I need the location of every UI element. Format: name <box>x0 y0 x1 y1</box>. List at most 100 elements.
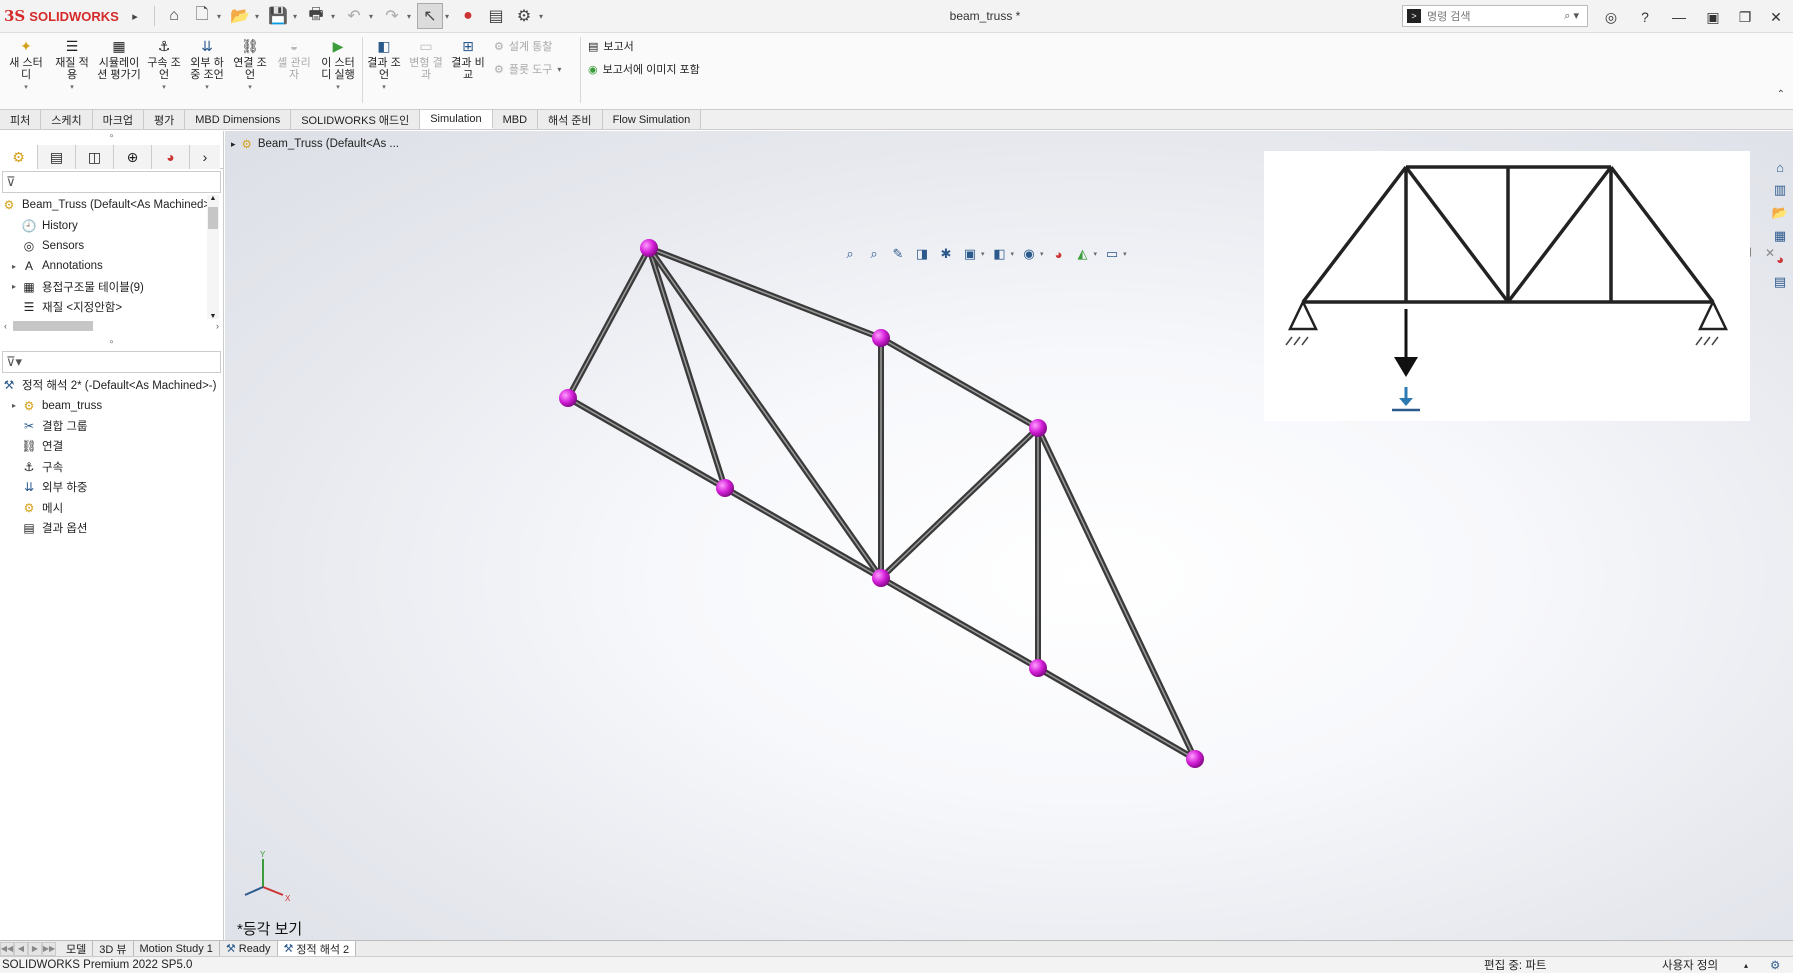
simulation-tree-root[interactable]: ⚒ 정적 해석 2* (-Default<As Machined>-) <box>0 375 223 395</box>
tab-static-study-2[interactable]: ⚒ 정적 해석 2 <box>277 940 357 957</box>
external-loads-advisor-button[interactable]: ⇊ 외부 하중 조언 ▾ <box>187 37 227 94</box>
sim-tree-item[interactable]: ▤ 결과 옵션 <box>0 518 223 538</box>
collapse-ribbon-icon[interactable]: ⌃ <box>1777 89 1785 100</box>
truss-joint[interactable] <box>1029 659 1047 677</box>
feature-tree-scrollbar[interactable]: ▲ ▼ <box>207 195 219 319</box>
feature-tree-item[interactable]: ▸ A Annotations <box>0 256 223 276</box>
expand-arrow-icon[interactable]: ▸ <box>8 282 20 291</box>
file-explorer-icon[interactable]: 📂 <box>1770 203 1790 223</box>
truss-beam[interactable] <box>722 485 884 581</box>
menu-expand-icon[interactable]: ▸ <box>122 3 148 29</box>
file-properties-icon[interactable]: ▤ <box>483 3 509 29</box>
fixtures-advisor-button[interactable]: ⚓ 구속 조언 ▾ <box>144 37 184 94</box>
tab-8[interactable]: 해석 준비 <box>538 110 603 129</box>
minimize-icon[interactable]: — <box>1666 6 1692 28</box>
next-tab-icon[interactable]: ▶ <box>28 941 42 956</box>
truss-joint[interactable] <box>872 329 890 347</box>
truss-beam[interactable] <box>878 335 1041 431</box>
new-document-icon[interactable]: 🗋 <box>189 3 215 29</box>
panel-grip[interactable]: ⚬ <box>0 131 223 143</box>
tab-5[interactable]: SOLIDWORKS 애드인 <box>291 110 421 129</box>
solidworks-logo[interactable]: 3S SOLIDWORKS <box>4 7 122 25</box>
feature-tree-item[interactable]: 🕘 History <box>0 215 223 235</box>
feature-manager-tab-icon[interactable]: ⚙ <box>0 145 38 169</box>
new-study-button[interactable]: ✦ 새 스터디 ▾ <box>6 37 46 94</box>
sim-tree-item[interactable]: ⛓ 연결 <box>0 436 223 456</box>
sim-tree-item[interactable]: ⚙ 메시 <box>0 497 223 517</box>
design-insight-button[interactable]: ⚙ 설계 통찰 <box>494 37 552 55</box>
sim-tree-item[interactable]: ✂ 결합 그룹 <box>0 416 223 436</box>
feature-tree-root[interactable]: ⚙ Beam_Truss (Default<As Machined> <box>0 195 223 215</box>
truss-beam[interactable] <box>565 245 652 401</box>
help-icon[interactable]: ? <box>1632 6 1658 28</box>
redo-icon[interactable]: ↷ <box>379 3 405 29</box>
tab-3d-view[interactable]: 3D 뷰 <box>93 940 134 957</box>
dimxpert-tab-icon[interactable]: ⊕ <box>114 145 152 169</box>
open-folder-icon[interactable]: 📂 <box>227 3 253 29</box>
simulation-evaluator-button[interactable]: ▦ 시뮬레이션 평가기 <box>96 37 142 81</box>
splitter-grip[interactable]: ⚬ <box>0 337 223 349</box>
rebuild-icon[interactable]: ● <box>455 3 481 29</box>
connections-advisor-button[interactable]: ⛓ 연결 조언 ▾ <box>230 37 270 94</box>
more-tabs-icon[interactable]: › <box>190 145 220 169</box>
search-icon[interactable]: ⌕ ▾ <box>1564 9 1579 23</box>
sim-tree-item[interactable]: ▸ ⚙ beam_truss <box>0 395 223 415</box>
sim-tree-item[interactable]: ⚓ 구속 <box>0 457 223 477</box>
tab-7[interactable]: MBD <box>492 110 539 129</box>
display-manager-tab-icon[interactable]: ◕ <box>152 145 190 169</box>
command-search-input[interactable]: > 명령 검색 ⌕ ▾ <box>1402 5 1588 27</box>
truss-joint[interactable] <box>872 569 890 587</box>
plot-tools-button[interactable]: ⚙ 플롯 도구 ▾ <box>494 60 561 78</box>
feature-filter-input[interactable]: ⊽ <box>2 171 221 193</box>
tab-6[interactable]: Simulation <box>420 110 493 129</box>
results-advisor-button[interactable]: ◧ 결과 조언 ▾ <box>364 37 404 94</box>
rebuild-status-icon[interactable]: ⚙ <box>1770 958 1780 972</box>
truss-joint[interactable] <box>640 239 658 257</box>
shell-manager-button[interactable]: ◒ 셸 관리자 <box>274 37 314 81</box>
tab-1[interactable]: 스케치 <box>41 110 93 129</box>
configuration-manager-tab-icon[interactable]: ◫ <box>76 145 114 169</box>
solidworks-resources-icon[interactable]: ⌂ <box>1770 157 1790 177</box>
run-this-study-button[interactable]: ▶ 이 스터디 실행 ▾ <box>318 37 358 94</box>
feature-tree-hscrollbar[interactable]: ‹ › <box>4 319 219 333</box>
expand-arrow-icon[interactable]: ▸ <box>8 401 20 410</box>
tab-9[interactable]: Flow Simulation <box>602 110 702 129</box>
custom-properties-icon[interactable]: ▤ <box>1770 272 1790 292</box>
truss-joint[interactable] <box>716 479 734 497</box>
compare-results-button[interactable]: ⊞ 결과 비교 <box>448 37 488 81</box>
design-library-icon[interactable]: ▥ <box>1770 180 1790 200</box>
tab-2[interactable]: 마크업 <box>92 110 144 129</box>
print-icon[interactable]: 🖶 <box>303 3 329 29</box>
deformed-result-button[interactable]: ▭ 변형 결과 <box>406 37 446 81</box>
tile-windows-icon[interactable]: ▣ <box>1700 6 1726 28</box>
save-icon[interactable]: 💾 <box>265 3 291 29</box>
include-image-in-report-button[interactable]: ◉ 보고서에 이미지 포함 <box>588 60 700 78</box>
unit-system[interactable]: 사용자 정의 <box>1662 957 1718 973</box>
truss-joint[interactable] <box>559 389 577 407</box>
tab-ready-study[interactable]: ⚒ Ready <box>220 940 278 957</box>
apply-material-button[interactable]: ☰ 재질 적용 ▾ <box>52 37 92 94</box>
truss-beam[interactable] <box>878 425 1041 581</box>
truss-beam[interactable] <box>1035 425 1198 762</box>
view-palette-icon[interactable]: ▦ <box>1770 226 1790 246</box>
tab-3[interactable]: 평가 <box>144 110 186 129</box>
options-gear-icon[interactable]: ⚙ <box>511 3 537 29</box>
appearances-icon[interactable]: ◕ <box>1770 249 1790 269</box>
last-tab-icon[interactable]: ▶▶ <box>42 941 56 956</box>
simulation-filter-input[interactable]: ⊽▾ <box>2 351 221 373</box>
close-icon[interactable]: ✕ <box>1763 6 1789 28</box>
property-manager-tab-icon[interactable]: ▤ <box>38 145 76 169</box>
restore-icon[interactable]: ❐ <box>1732 6 1758 28</box>
undo-icon[interactable]: ↶ <box>341 3 367 29</box>
user-account-icon[interactable]: ◎ <box>1598 6 1624 28</box>
feature-tree-item[interactable]: ▸ ▦ 용접구조물 테이블(9) <box>0 277 223 297</box>
select-arrow-icon[interactable]: ↖ <box>417 3 443 29</box>
tab-4[interactable]: MBD Dimensions <box>185 110 292 129</box>
truss-beam[interactable] <box>878 575 1041 671</box>
unit-dropdown-icon[interactable]: ▴ <box>1744 961 1748 970</box>
prev-tab-icon[interactable]: ◀ <box>14 941 28 956</box>
truss-beam[interactable] <box>646 245 884 581</box>
tab-motion-study[interactable]: Motion Study 1 <box>134 940 220 957</box>
truss-joint[interactable] <box>1186 750 1204 768</box>
feature-tree-item[interactable]: ◎ Sensors <box>0 236 223 256</box>
